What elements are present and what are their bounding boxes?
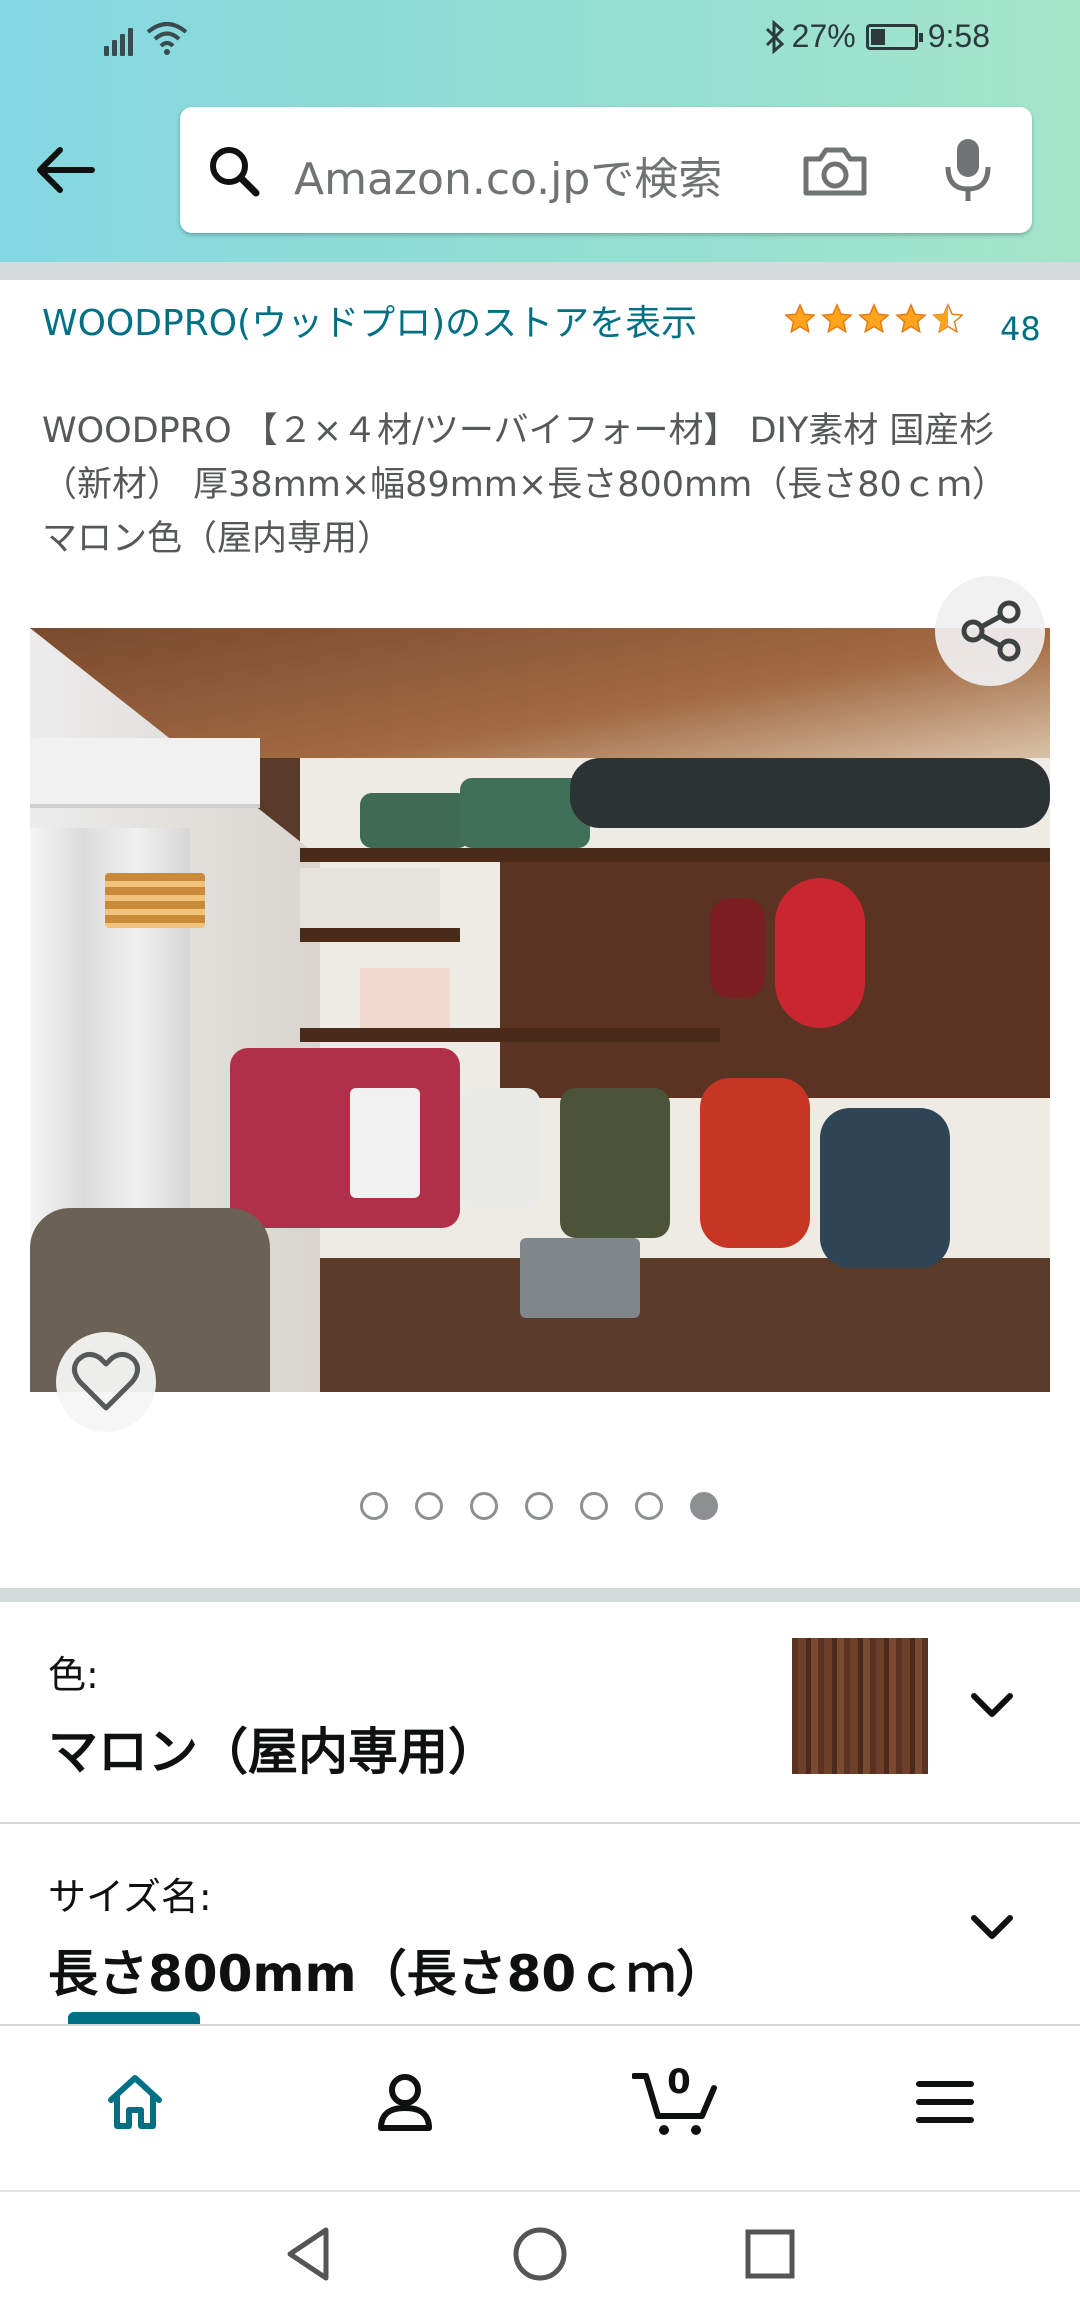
size-label: サイズ名: [48,1875,212,1919]
back-arrow-icon[interactable] [30,140,100,200]
system-home-icon[interactable] [508,2222,572,2286]
cart-count: 0 [667,2062,691,2102]
system-recents-icon[interactable] [738,2222,802,2286]
color-swatch [792,1638,928,1774]
carousel-dot-active[interactable] [690,1492,718,1520]
camera-icon[interactable] [800,141,870,201]
status-bar: 27% 9:58 [0,0,1080,80]
bottom-nav: 0 [0,2012,1080,2192]
color-value: マロン（屋内専用） [48,1723,498,1781]
product-title: WOODPRO 【２×４材/ツーバイフォー材】 DIY素材 国産杉（新材） 厚3… [42,411,1007,559]
app-header: 27% 9:58 Amazon.co.jpで検索 [0,0,1080,262]
carousel-dot[interactable] [470,1492,498,1520]
star-half-icon [932,303,964,334]
nav-cart[interactable]: 0 [600,2026,750,2192]
star-rating[interactable] [782,302,966,336]
header-divider [0,262,1080,280]
carousel-indicator [0,1492,1080,1524]
system-nav-bar [0,2190,1080,2312]
bluetooth-icon [765,19,784,54]
star-icon [895,303,927,334]
microphone-icon[interactable] [940,135,996,205]
carousel-dot[interactable] [525,1492,553,1520]
carousel-dot[interactable] [415,1492,443,1520]
home-icon [108,2075,162,2129]
product-image[interactable] [30,628,1050,1392]
nav-home[interactable] [60,2026,210,2192]
search-bar[interactable]: Amazon.co.jpで検索 [180,107,1032,233]
search-icon [210,147,260,197]
carousel-dot[interactable] [580,1492,608,1520]
star-icon [858,303,890,334]
hamburger-menu-icon [916,2081,974,2123]
signal-icon [104,22,140,56]
carousel-dot[interactable] [635,1492,663,1520]
wifi-icon [146,22,188,55]
wishlist-button[interactable] [56,1332,156,1432]
air-conditioner [30,738,260,808]
battery-icon [865,23,923,50]
size-selector[interactable]: サイズ名: 長さ800mm（長さ80ｃｍ） [0,1824,1080,2022]
person-icon [378,2074,432,2131]
rating-count[interactable]: 48 [1000,310,1041,348]
battery-percent: 27% [791,18,856,54]
active-tab-indicator [68,2012,200,2024]
star-icon [821,303,853,334]
carousel-dot[interactable] [360,1492,388,1520]
search-input[interactable]: Amazon.co.jpで検索 [294,143,722,207]
share-button[interactable] [935,576,1045,686]
chevron-down-icon[interactable] [966,1686,1018,1726]
color-label: 色: [48,1653,99,1697]
section-divider [0,1588,1080,1602]
lamp [105,873,205,928]
size-value: 長さ800mm（長さ80ｃｍ） [48,1945,727,2003]
star-icon [784,303,816,334]
share-icon [961,600,1021,662]
nav-account[interactable] [330,2026,480,2192]
chevron-down-icon[interactable] [966,1908,1018,1948]
system-back-icon[interactable] [276,2222,340,2286]
clock: 9:58 [927,18,990,54]
heart-icon [72,1352,140,1411]
color-selector[interactable]: 色: マロン（屋内専用） [0,1602,1080,1822]
status-right: 27% 9:58 [764,18,990,55]
store-link[interactable]: WOODPRO(ウッドプロ)のストアを表示 [42,296,742,351]
nav-menu[interactable] [870,2026,1020,2192]
